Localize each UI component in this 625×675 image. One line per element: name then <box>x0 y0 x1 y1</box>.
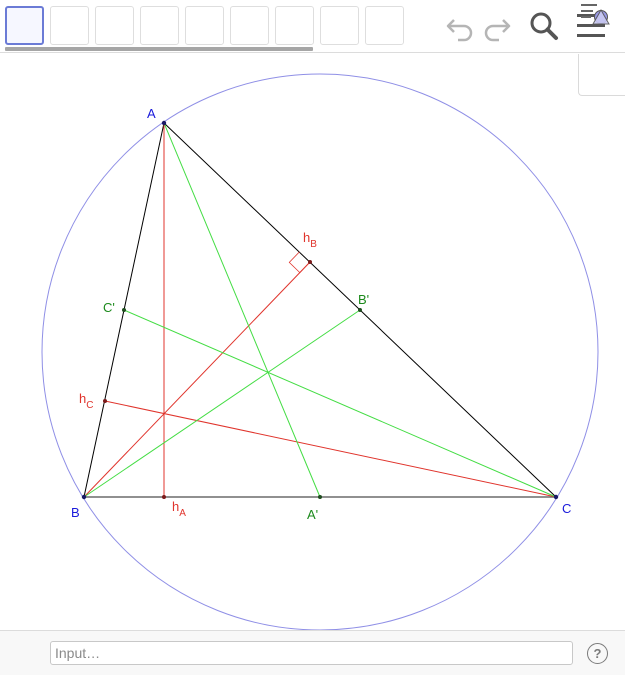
altitude-from-C[interactable] <box>104 400 557 498</box>
algebra-input-field[interactable] <box>50 641 573 665</box>
right-angle-marker <box>288 251 311 274</box>
label-C: C <box>562 501 571 516</box>
median-from-C[interactable] <box>123 309 557 498</box>
label-B-prime: B' <box>358 292 369 307</box>
label-hB: hB <box>303 230 317 250</box>
median-from-A[interactable] <box>163 122 321 498</box>
graphics-view[interactable]: A B C A' B' C' hA hB hC <box>0 4 625 630</box>
point-C-prime[interactable] <box>122 308 126 312</box>
geogebra-app: A B C A' B' C' hA hB hC Input… ? <box>0 0 625 675</box>
label-hA: hA <box>172 499 186 519</box>
label-B: B <box>71 505 80 520</box>
point-hC[interactable] <box>103 399 107 403</box>
median-from-B[interactable] <box>83 309 361 498</box>
input-bar: ? <box>0 630 625 675</box>
altitude-from-B[interactable] <box>83 261 311 498</box>
point-B-prime[interactable] <box>358 308 362 312</box>
point-hA[interactable] <box>162 495 166 499</box>
point-hB[interactable] <box>308 260 312 264</box>
stylebar-toggle-button[interactable] <box>578 4 625 96</box>
circumcircle[interactable] <box>41 73 599 630</box>
label-A: A <box>147 106 156 121</box>
label-hC: hC <box>79 391 93 411</box>
help-icon: ? <box>593 646 602 661</box>
label-A-prime: A' <box>307 507 318 522</box>
point-B[interactable] <box>81 494 87 500</box>
label-C-prime: C' <box>103 300 115 315</box>
point-A[interactable] <box>161 120 167 126</box>
help-button[interactable]: ? <box>587 643 608 664</box>
point-A-prime[interactable] <box>318 495 322 499</box>
point-C[interactable] <box>553 494 559 500</box>
